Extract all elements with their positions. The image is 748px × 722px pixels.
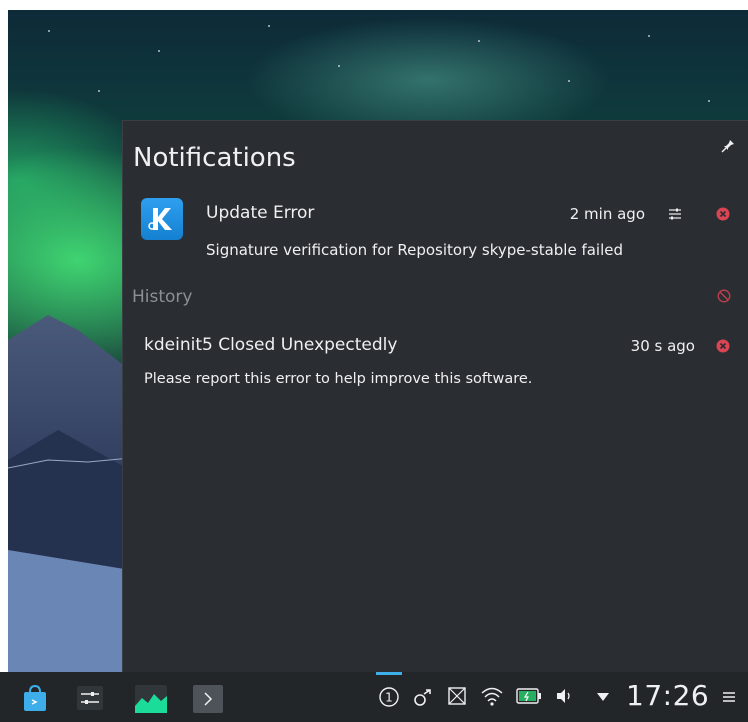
configure-icon[interactable] bbox=[667, 206, 683, 222]
clear-history-icon[interactable] bbox=[717, 289, 731, 303]
battery-icon[interactable] bbox=[516, 687, 542, 705]
expand-tray-icon[interactable] bbox=[596, 692, 610, 702]
panel-title: Notifications bbox=[133, 143, 296, 173]
notification-time: 2 min ago bbox=[569, 205, 645, 223]
notification-body: Signature verification for Repository sk… bbox=[206, 241, 624, 259]
notifications-panel: Notifications Update Error 2 min ago Sig… bbox=[122, 120, 748, 673]
clock[interactable]: 17:26 bbox=[626, 679, 709, 712]
wifi-icon[interactable] bbox=[480, 685, 504, 707]
close-icon[interactable] bbox=[716, 207, 730, 221]
history-notification-body: Please report this error to help improve… bbox=[144, 371, 533, 387]
system-monitor-icon[interactable] bbox=[134, 684, 168, 714]
kde-discover-icon bbox=[141, 198, 183, 240]
hamburger-menu-icon[interactable] bbox=[722, 690, 736, 704]
mountain-landscape bbox=[8, 315, 130, 672]
close-icon[interactable] bbox=[716, 339, 730, 353]
app-store-icon[interactable] bbox=[20, 683, 50, 713]
pin-icon[interactable] bbox=[721, 139, 735, 153]
notification-count: 1 bbox=[385, 691, 393, 705]
history-notification-title: kdeinit5 Closed Unexpectedly bbox=[144, 335, 398, 355]
notification-title: Update Error bbox=[206, 203, 315, 223]
volume-icon[interactable] bbox=[554, 686, 574, 706]
settings-sliders-icon[interactable] bbox=[76, 685, 104, 711]
clipboard-icon[interactable] bbox=[447, 686, 467, 706]
terminal-icon[interactable] bbox=[192, 684, 224, 714]
taskbar: 1 17:26 bbox=[0, 672, 748, 722]
history-heading: History bbox=[132, 287, 193, 307]
kde-connect-icon[interactable] bbox=[412, 686, 434, 708]
notification-count-icon[interactable]: 1 bbox=[378, 686, 400, 708]
history-notification-time: 30 s ago bbox=[630, 337, 695, 355]
active-indicator bbox=[376, 672, 402, 675]
